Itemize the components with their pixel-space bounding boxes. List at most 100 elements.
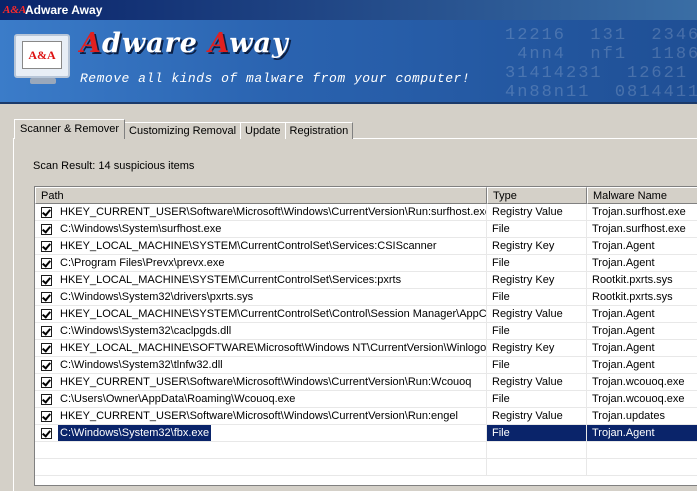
table-row[interactable]: C:\Windows\System32\tlnfw32.dll File Troja… bbox=[35, 357, 697, 374]
list-body: HKEY_CURRENT_USER\Software\Microsoft\Win… bbox=[35, 204, 697, 476]
brand-rest-1: dware bbox=[101, 28, 198, 59]
item-checkbox[interactable] bbox=[41, 393, 52, 405]
brand-cap-2: A bbox=[208, 28, 230, 59]
item-checkbox[interactable] bbox=[41, 274, 52, 286]
table-row[interactable]: C:\Program Files\Prevx\prevx.exe File Troj… bbox=[35, 255, 697, 272]
table-row[interactable]: C:\Windows\System32\caclpgds.dll File Troj… bbox=[35, 323, 697, 340]
table-row[interactable]: C:\Windows\System32\fbx.exe File Trojan.Ag… bbox=[35, 425, 697, 442]
malware-name-cell: Trojan.Agent bbox=[587, 323, 697, 339]
malware-name-cell: Trojan.Agent bbox=[587, 255, 697, 271]
item-checkbox[interactable] bbox=[41, 410, 52, 422]
empty-cell bbox=[587, 442, 697, 458]
table-row[interactable]: HKEY_CURRENT_USER\Software\Microsoft\Win… bbox=[35, 374, 697, 391]
path-cell: C:\Windows\System\surfhost.exe bbox=[35, 221, 487, 237]
path-cell: HKEY_LOCAL_MACHINE\SYSTEM\CurrentControl… bbox=[35, 272, 487, 288]
path-text: C:\Windows\System32\drivers\pxrts.sys bbox=[60, 291, 254, 303]
type-cell: Registry Value bbox=[487, 374, 587, 390]
header-banner: 12216 131 2346 4nn4 nf1 1186 31414231 12… bbox=[0, 20, 697, 104]
tab-update[interactable]: Update bbox=[240, 122, 286, 139]
type-cell: Registry Key bbox=[487, 340, 587, 356]
app-icon: A&A bbox=[3, 4, 27, 16]
table-row[interactable]: C:\Windows\System32\drivers\pxrts.sys Fil… bbox=[35, 289, 697, 306]
table-row[interactable]: HKEY_CURRENT_USER\Software\Microsoft\Win… bbox=[35, 408, 697, 425]
malware-name-cell: Trojan.wcouoq.exe bbox=[587, 391, 697, 407]
path-text: C:\Windows\System32\tlnfw32.dll bbox=[60, 359, 223, 371]
type-cell: File bbox=[487, 323, 587, 339]
brand-cap-1: A bbox=[80, 28, 102, 59]
path-text: C:\Windows\System32\fbx.exe bbox=[56, 425, 213, 441]
path-cell: HKEY_CURRENT_USER\Software\Microsoft\Win… bbox=[35, 204, 487, 220]
item-checkbox[interactable] bbox=[41, 257, 52, 269]
empty-cell bbox=[587, 459, 697, 475]
type-cell: File bbox=[487, 391, 587, 407]
table-row[interactable]: C:\Users\Owner\AppData\Roaming\Wcouoq.ex… bbox=[35, 391, 697, 408]
logo-text: A&A bbox=[22, 41, 62, 69]
malware-name-cell: Trojan.Agent bbox=[587, 425, 697, 441]
path-text: HKEY_LOCAL_MACHINE\SYSTEM\CurrentControl… bbox=[60, 308, 487, 320]
path-text: HKEY_CURRENT_USER\Software\Microsoft\Win… bbox=[60, 376, 472, 388]
type-cell: Registry Key bbox=[487, 238, 587, 254]
item-checkbox[interactable] bbox=[41, 359, 52, 371]
type-cell: Registry Value bbox=[487, 306, 587, 322]
table-row[interactable]: C:\Windows\System\surfhost.exe File Trojan… bbox=[35, 221, 697, 238]
path-cell: C:\Windows\System32\fbx.exe bbox=[35, 425, 487, 441]
item-checkbox[interactable] bbox=[41, 206, 52, 218]
type-cell: File bbox=[487, 289, 587, 305]
path-text: C:\Windows\System32\caclpgds.dll bbox=[60, 325, 232, 337]
empty-row bbox=[35, 442, 697, 459]
column-header-path[interactable]: Path bbox=[35, 187, 487, 204]
malware-name-cell: Trojan.updates bbox=[587, 408, 697, 424]
table-row[interactable]: HKEY_LOCAL_MACHINE\SOFTWARE\Microsoft\Wi… bbox=[35, 340, 697, 357]
item-checkbox[interactable] bbox=[41, 308, 52, 320]
malware-name-cell: Trojan.Agent bbox=[587, 306, 697, 322]
path-cell: HKEY_LOCAL_MACHINE\SYSTEM\CurrentControl… bbox=[35, 306, 487, 322]
path-text: C:\Program Files\Prevx\prevx.exe bbox=[60, 257, 225, 269]
item-checkbox[interactable] bbox=[41, 376, 52, 388]
item-checkbox[interactable] bbox=[41, 342, 52, 354]
table-row[interactable]: HKEY_CURRENT_USER\Software\Microsoft\Win… bbox=[35, 204, 697, 221]
results-list[interactable]: Path Type Malware Name HKEY_CURRENT_USER… bbox=[34, 186, 697, 486]
path-text: HKEY_CURRENT_USER\Software\Microsoft\Win… bbox=[60, 410, 458, 422]
empty-cell bbox=[487, 459, 587, 475]
path-text: HKEY_LOCAL_MACHINE\SYSTEM\CurrentControl… bbox=[60, 240, 437, 252]
malware-name-cell: Rootkit.pxrts.sys bbox=[587, 272, 697, 288]
empty-row bbox=[35, 459, 697, 476]
column-header-malware-name[interactable]: Malware Name bbox=[587, 187, 697, 204]
type-cell: File bbox=[487, 221, 587, 237]
tab-scanner-remover[interactable]: Scanner & Remover bbox=[14, 119, 126, 139]
malware-name-cell: Trojan.wcouoq.exe bbox=[587, 374, 697, 390]
malware-name-cell: Rootkit.pxrts.sys bbox=[587, 289, 697, 305]
type-cell: Registry Value bbox=[487, 408, 587, 424]
type-cell: Registry Key bbox=[487, 272, 587, 288]
tab-registration[interactable]: Registration bbox=[284, 122, 354, 139]
table-row[interactable]: HKEY_LOCAL_MACHINE\SYSTEM\CurrentControl… bbox=[35, 238, 697, 255]
path-cell: C:\Windows\System32\caclpgds.dll bbox=[35, 323, 487, 339]
monitor-stand bbox=[30, 78, 56, 84]
column-header-type[interactable]: Type bbox=[487, 187, 587, 204]
table-row[interactable]: HKEY_LOCAL_MACHINE\SYSTEM\CurrentControl… bbox=[35, 272, 697, 289]
window-title: Adware Away bbox=[25, 3, 103, 17]
path-text: C:\Users\Owner\AppData\Roaming\Wcouoq.ex… bbox=[60, 393, 296, 405]
malware-name-cell: Trojan.Agent bbox=[587, 238, 697, 254]
empty-cell bbox=[35, 459, 487, 475]
item-checkbox[interactable] bbox=[41, 291, 52, 303]
path-text: HKEY_LOCAL_MACHINE\SYSTEM\CurrentControl… bbox=[60, 274, 402, 286]
path-text: HKEY_LOCAL_MACHINE\SOFTWARE\Microsoft\Wi… bbox=[60, 342, 487, 354]
path-text: HKEY_CURRENT_USER\Software\Microsoft\Win… bbox=[60, 206, 487, 218]
item-checkbox[interactable] bbox=[41, 223, 52, 235]
item-checkbox[interactable] bbox=[41, 240, 52, 252]
path-text: C:\Windows\System\surfhost.exe bbox=[60, 223, 222, 235]
type-cell: Registry Value bbox=[487, 204, 587, 220]
type-cell: File bbox=[487, 425, 587, 441]
tagline: Remove all kinds of malware from your co… bbox=[80, 71, 471, 86]
path-cell: HKEY_LOCAL_MACHINE\SYSTEM\CurrentControl… bbox=[35, 238, 487, 254]
path-cell: HKEY_CURRENT_USER\Software\Microsoft\Win… bbox=[35, 408, 487, 424]
path-cell: HKEY_LOCAL_MACHINE\SOFTWARE\Microsoft\Wi… bbox=[35, 340, 487, 356]
malware-name-cell: Trojan.surfhost.exe bbox=[587, 221, 697, 237]
title-bar[interactable]: A&A Adware Away bbox=[0, 0, 697, 20]
banner-background-numbers: 12216 131 2346 4nn4 nf1 1186 31414231 12… bbox=[505, 26, 697, 102]
tab-customizing-removal[interactable]: Customizing Removal bbox=[124, 122, 242, 139]
item-checkbox[interactable] bbox=[41, 325, 52, 337]
item-checkbox[interactable] bbox=[41, 427, 52, 439]
table-row[interactable]: HKEY_LOCAL_MACHINE\SYSTEM\CurrentControl… bbox=[35, 306, 697, 323]
